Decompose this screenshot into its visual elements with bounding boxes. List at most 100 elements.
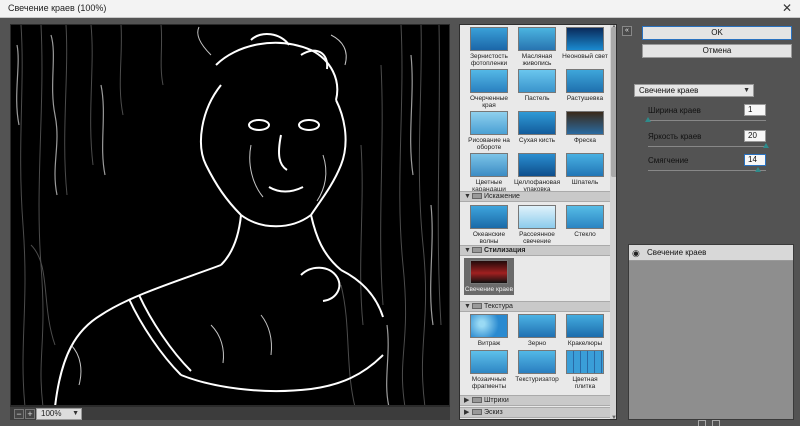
filter-thumb-icon bbox=[518, 314, 556, 338]
category-distort[interactable]: ▼ Искажение bbox=[460, 191, 610, 202]
zoom-out-button[interactable]: − bbox=[14, 409, 24, 419]
filter-thumb-icon bbox=[518, 69, 556, 93]
slider-track[interactable] bbox=[648, 120, 766, 121]
slider-knob[interactable] bbox=[763, 143, 769, 148]
filter-thumb-icon bbox=[470, 111, 508, 135]
preview-canvas[interactable] bbox=[10, 24, 450, 406]
filter-item[interactable]: Стекло bbox=[562, 205, 608, 238]
filter-thumb-icon bbox=[470, 205, 508, 229]
filter-thumb-icon bbox=[566, 205, 604, 229]
filter-item[interactable]: Зернистость фотопленки bbox=[466, 27, 512, 67]
category-stylize[interactable]: ▼ Стилизация bbox=[460, 245, 610, 256]
filter-item[interactable]: Витраж bbox=[466, 314, 512, 347]
expanded-triangle-icon: ▼ bbox=[464, 303, 471, 310]
new-layer-icon[interactable] bbox=[698, 420, 706, 426]
filter-label: Рисование на обороте bbox=[468, 137, 510, 151]
smoothness-input[interactable]: 14 bbox=[744, 154, 766, 166]
filter-item[interactable]: Рисование на обороте bbox=[466, 111, 512, 151]
category-strokes[interactable]: ▶ Штрихи bbox=[460, 395, 610, 406]
filter-item[interactable]: Океанские волны bbox=[466, 205, 512, 245]
zoom-bar: − + 100% ▼ bbox=[10, 406, 450, 420]
filter-item-selected[interactable]: Свечение краев bbox=[464, 258, 514, 295]
filter-label: Сухая кисть bbox=[518, 137, 556, 144]
filter-label: Фреска bbox=[573, 137, 597, 144]
filter-thumb-icon bbox=[566, 111, 604, 135]
slider-track[interactable] bbox=[648, 146, 766, 147]
category-sketch[interactable]: ▶ Эскиз bbox=[460, 407, 610, 418]
filter-item[interactable]: Шпатель bbox=[562, 153, 608, 186]
scroll-down-icon[interactable]: ▼ bbox=[610, 415, 616, 419]
param-label: Яркость краев bbox=[648, 132, 702, 141]
scroll-thumb[interactable] bbox=[611, 27, 616, 177]
filter-item[interactable]: Мозаичные фрагменты bbox=[466, 350, 512, 390]
filter-thumb-icon bbox=[518, 27, 556, 51]
effect-layers-panel: ◉ Свечение краев bbox=[628, 244, 794, 420]
chevron-down-icon: ▼ bbox=[743, 87, 750, 94]
trash-icon[interactable] bbox=[712, 420, 720, 426]
filter-label: Растушевка bbox=[566, 95, 604, 102]
chevron-down-icon: ▼ bbox=[72, 410, 79, 417]
filter-item[interactable]: Кракелюры bbox=[562, 314, 608, 347]
filter-select[interactable]: Свечение краев ▼ bbox=[634, 84, 754, 97]
filter-item[interactable]: Цветные карандаши bbox=[466, 153, 512, 193]
collapsed-triangle-icon: ▶ bbox=[464, 409, 470, 416]
filter-item[interactable]: Растушевка bbox=[562, 69, 608, 102]
filter-label: Стекло bbox=[574, 231, 596, 238]
filter-label: Очерченные края bbox=[470, 95, 508, 109]
collapsed-triangle-icon: ▶ bbox=[464, 397, 470, 404]
close-icon[interactable]: ✕ bbox=[780, 1, 794, 15]
slider-knob[interactable] bbox=[755, 167, 761, 172]
gallery-scrollbar[interactable]: ▲ ▼ bbox=[610, 25, 616, 419]
filter-label: Пастель bbox=[524, 95, 550, 102]
filter-thumb-icon bbox=[566, 27, 604, 51]
eye-icon[interactable]: ◉ bbox=[632, 248, 642, 258]
collapse-gallery-icon[interactable]: « bbox=[622, 26, 632, 36]
category-label: Эскиз bbox=[484, 409, 503, 416]
filter-item[interactable]: Текстуризатор bbox=[514, 350, 560, 383]
filter-select-value: Свечение краев bbox=[639, 86, 699, 95]
filter-item[interactable]: Целлофановая упаковка bbox=[514, 153, 560, 193]
filter-item[interactable]: Зерно bbox=[514, 314, 560, 347]
filter-item[interactable]: Неоновый свет bbox=[562, 27, 608, 60]
edge-brightness-input[interactable]: 20 bbox=[744, 130, 766, 142]
filter-thumb-icon bbox=[470, 314, 508, 338]
filter-thumb-icon bbox=[518, 205, 556, 229]
filter-item[interactable]: Масляная живопись bbox=[514, 27, 560, 67]
edge-width-input[interactable]: 1 bbox=[744, 104, 766, 116]
folder-icon bbox=[472, 193, 482, 199]
filter-label: Шпатель bbox=[571, 179, 599, 186]
filter-label: Кракелюры bbox=[567, 340, 603, 347]
zoom-in-button[interactable]: + bbox=[25, 409, 35, 419]
filter-thumb-icon bbox=[566, 314, 604, 338]
category-label: Штрихи bbox=[484, 397, 509, 404]
param-label: Ширина краев bbox=[648, 106, 701, 115]
folder-icon bbox=[472, 409, 482, 415]
category-label: Текстура bbox=[484, 303, 513, 310]
filter-thumb-icon bbox=[470, 27, 508, 51]
glowing-edges-preview-image bbox=[11, 25, 449, 405]
slider-knob[interactable] bbox=[645, 117, 651, 122]
ok-button[interactable]: OK bbox=[642, 26, 792, 40]
folder-icon bbox=[472, 397, 482, 403]
filter-item[interactable]: Рассеянное свечение bbox=[514, 205, 560, 245]
filter-item[interactable]: Сухая кисть bbox=[514, 111, 560, 144]
filter-thumb-icon bbox=[518, 111, 556, 135]
filter-label: Цветная плитка bbox=[572, 376, 598, 390]
category-texture[interactable]: ▼ Текстура bbox=[460, 301, 610, 312]
cancel-button[interactable]: Отмена bbox=[642, 44, 792, 58]
filter-label: Витраж bbox=[477, 340, 501, 347]
category-label: Стилизация bbox=[484, 247, 526, 254]
filter-item[interactable]: Цветная плитка bbox=[562, 350, 608, 390]
filter-thumb-icon bbox=[470, 260, 508, 284]
filter-label: Океанские волны bbox=[472, 231, 506, 245]
filter-thumb-icon bbox=[518, 350, 556, 374]
slider-track[interactable] bbox=[648, 170, 766, 171]
title-bar: Свечение краев (100%) ✕ bbox=[0, 0, 800, 18]
effect-layer-row[interactable]: ◉ Свечение краев bbox=[629, 245, 793, 261]
expanded-triangle-icon: ▼ bbox=[464, 247, 471, 254]
zoom-select[interactable]: 100% ▼ bbox=[36, 408, 82, 420]
filter-item[interactable]: Очерченные края bbox=[466, 69, 512, 109]
filter-item[interactable]: Фреска bbox=[562, 111, 608, 144]
filter-item[interactable]: Пастель bbox=[514, 69, 560, 102]
filter-thumb-icon bbox=[470, 350, 508, 374]
